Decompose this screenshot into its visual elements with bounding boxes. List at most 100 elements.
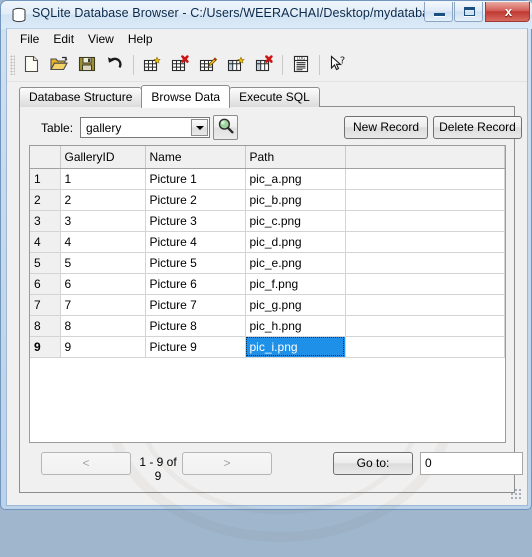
undo-button[interactable] (102, 52, 128, 78)
delete-record-button[interactable]: Delete Record (433, 116, 522, 139)
open-database-icon (49, 54, 69, 77)
modify-table-button[interactable] (195, 52, 221, 78)
log-icon: LOG (291, 54, 311, 77)
table-row[interactable]: 8 8 Picture 8 pic_h.png (30, 315, 505, 337)
cell-name[interactable]: Picture 9 (145, 336, 246, 358)
new-record-button[interactable]: New Record (344, 116, 428, 139)
menu-item-edit[interactable]: Edit (46, 30, 81, 48)
cell-path[interactable]: pic_b.png (245, 189, 346, 211)
row-header[interactable]: 1 (30, 168, 61, 190)
cell-path[interactable]: pic_c.png (245, 210, 346, 232)
new-database-button[interactable] (18, 52, 44, 78)
goto-input[interactable]: 0 (420, 452, 523, 475)
open-database-button[interactable] (46, 52, 72, 78)
delete-index-button[interactable] (251, 52, 277, 78)
cell-galleryid[interactable]: 7 (60, 294, 146, 316)
cell-path[interactable]: pic_e.png (245, 252, 346, 274)
help-cursor-button[interactable]: ? (325, 52, 351, 78)
toolbar-separator-2 (282, 55, 283, 75)
row-header[interactable]: 5 (30, 252, 61, 274)
table-row[interactable]: 4 4 Picture 4 pic_d.png (30, 231, 505, 253)
data-grid[interactable]: GalleryID Name Path 1 1 Picture 1 pic_a.… (29, 145, 506, 443)
minimize-button[interactable] (424, 2, 453, 22)
cell-path[interactable]: pic_g.png (245, 294, 346, 316)
cell-galleryid[interactable]: 4 (60, 231, 146, 253)
cell-empty (60, 357, 146, 358)
cell-filler (345, 273, 505, 295)
log-button[interactable]: LOG (288, 52, 314, 78)
window-title: SQLite Database Browser - C:/Users/WEERA… (32, 6, 443, 20)
cell-galleryid[interactable]: 8 (60, 315, 146, 337)
create-table-button[interactable] (139, 52, 165, 78)
table-row[interactable]: 2 2 Picture 2 pic_b.png (30, 189, 505, 211)
cell-name[interactable]: Picture 3 (145, 210, 246, 232)
cell-name[interactable]: Picture 2 (145, 189, 246, 211)
cell-filler (345, 168, 505, 190)
table-row[interactable]: 3 3 Picture 3 pic_c.png (30, 210, 505, 232)
table-select-value: gallery (86, 121, 122, 135)
next-page-button[interactable]: > (182, 452, 272, 475)
toolbar-grip[interactable] (10, 55, 15, 75)
cell-galleryid[interactable]: 5 (60, 252, 146, 274)
menu-item-view[interactable]: View (81, 30, 121, 48)
menu-item-help[interactable]: Help (121, 30, 160, 48)
prev-page-button[interactable]: < (41, 452, 131, 475)
cell-path[interactable]: pic_h.png (245, 315, 346, 337)
row-header[interactable]: 8 (30, 315, 61, 337)
cell-filler (345, 210, 505, 232)
pagination-bar: < 1 - 9 of 9 > Go to: 0 (20, 447, 523, 487)
delete-index-icon (254, 54, 274, 77)
cell-name[interactable]: Picture 4 (145, 231, 246, 253)
row-header[interactable]: 3 (30, 210, 61, 232)
cell-path-selected[interactable]: pic_i.png (245, 336, 346, 358)
column-header-name[interactable]: Name (145, 146, 246, 169)
cell-galleryid[interactable]: 3 (60, 210, 146, 232)
cell-filler (345, 252, 505, 274)
table-row[interactable]: 1 1 Picture 1 pic_a.png (30, 168, 505, 190)
cell-galleryid[interactable]: 2 (60, 189, 146, 211)
cell-name[interactable]: Picture 8 (145, 315, 246, 337)
tab-database-structure[interactable]: Database Structure (19, 87, 143, 107)
tab-execute-sql[interactable]: Execute SQL (229, 87, 320, 107)
cell-galleryid[interactable]: 6 (60, 273, 146, 295)
cell-path[interactable]: pic_f.png (245, 273, 346, 295)
cell-name[interactable]: Picture 1 (145, 168, 246, 190)
goto-button[interactable]: Go to: (333, 452, 413, 475)
row-header[interactable]: 4 (30, 231, 61, 253)
menu-item-file[interactable]: File (13, 30, 46, 48)
title-bar[interactable]: SQLite Database Browser - C:/Users/WEERA… (1, 1, 532, 29)
maximize-button[interactable] (454, 2, 483, 22)
modify-table-icon (198, 54, 218, 77)
application-window: SQLite Database Browser - C:/Users/WEERA… (0, 0, 532, 542)
record-range-label: 1 - 9 of 9 (139, 455, 177, 483)
column-header-path[interactable]: Path (245, 146, 346, 169)
row-header[interactable]: 6 (30, 273, 61, 295)
table-row[interactable]: 5 5 Picture 5 pic_e.png (30, 252, 505, 274)
cell-path[interactable]: pic_d.png (245, 231, 346, 253)
cell-name[interactable]: Picture 5 (145, 252, 246, 274)
close-button[interactable]: x (485, 2, 530, 22)
row-header[interactable]: 2 (30, 189, 61, 211)
column-header-galleryid[interactable]: GalleryID (60, 146, 146, 169)
table-select[interactable]: gallery (80, 117, 210, 138)
chevron-down-icon[interactable] (191, 119, 208, 136)
save-button[interactable] (74, 52, 100, 78)
delete-table-button[interactable] (167, 52, 193, 78)
grid-corner[interactable] (30, 146, 61, 169)
table-row-selected[interactable]: 9 9 Picture 9 pic_i.png (30, 336, 505, 358)
row-header-empty (30, 357, 61, 358)
row-header[interactable]: 7 (30, 294, 61, 316)
tab-browse-data[interactable]: Browse Data (141, 85, 231, 108)
cell-galleryid[interactable]: 1 (60, 168, 146, 190)
create-index-button[interactable] (223, 52, 249, 78)
table-row[interactable]: 7 7 Picture 7 pic_g.png (30, 294, 505, 316)
table-row[interactable]: 6 6 Picture 6 pic_f.png (30, 273, 505, 295)
restore-icon (464, 7, 475, 16)
cell-name[interactable]: Picture 6 (145, 273, 246, 295)
row-header[interactable]: 9 (30, 336, 61, 358)
cell-path[interactable]: pic_a.png (245, 168, 346, 190)
cell-filler (345, 336, 505, 358)
cell-galleryid[interactable]: 9 (60, 336, 146, 358)
cell-name[interactable]: Picture 7 (145, 294, 246, 316)
search-button[interactable] (213, 115, 238, 140)
